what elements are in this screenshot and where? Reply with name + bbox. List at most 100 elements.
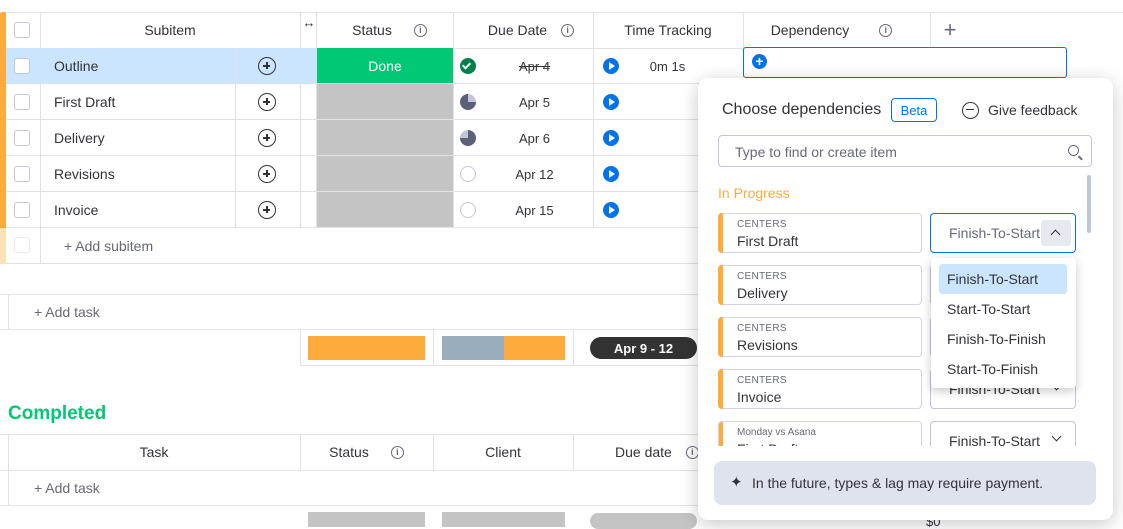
add-dependency-icon[interactable]: + (752, 54, 767, 69)
column-header-due-date[interactable]: Due date i (573, 434, 699, 470)
dropdown-option[interactable]: Start-To-Start (939, 294, 1067, 324)
dependency-item-card[interactable]: Monday vs Asana First Draft (718, 421, 922, 446)
dependency-board-name: CENTERS (737, 323, 787, 334)
due-date-value: Apr 4 (518, 58, 551, 74)
timeline-summary-label: Apr 9 - 12 (613, 340, 674, 356)
empty-circle-icon (460, 166, 476, 182)
add-update-icon[interactable] (258, 129, 276, 147)
dependency-type-select[interactable]: Finish-To-Start (930, 213, 1076, 253)
add-task-button[interactable]: + Add task (34, 470, 100, 506)
column-header-task[interactable]: Task (8, 434, 300, 470)
add-update-icon[interactable] (258, 57, 276, 75)
info-icon[interactable]: i (685, 445, 699, 459)
play-timer-icon[interactable] (603, 202, 619, 218)
status-cell-empty[interactable] (317, 120, 453, 156)
column-header-client[interactable]: Client (433, 434, 573, 470)
dependency-item-card[interactable]: CENTERS Revisions (718, 317, 922, 357)
due-date-cell[interactable]: Apr 15 (476, 192, 593, 228)
status-color-bar (718, 265, 723, 305)
dependency-type-value: Finish-To-Start (949, 225, 1041, 241)
column-header-dependency[interactable]: Dependency i (743, 12, 930, 48)
due-date-value: Apr 5 (518, 94, 551, 110)
dependency-item-card[interactable]: CENTERS Delivery (718, 265, 922, 305)
add-subitem-checkbox (14, 237, 30, 253)
info-icon[interactable]: i (413, 23, 427, 37)
play-timer-icon[interactable] (603, 58, 619, 74)
group-title-label: Completed (8, 403, 107, 424)
column-header-status[interactable]: Status i (300, 434, 433, 470)
due-date-cell[interactable]: Apr 12 (476, 156, 593, 192)
popup-title: Choose dependencies (722, 101, 882, 118)
add-update-icon[interactable] (258, 201, 276, 219)
status-summary-bar (308, 336, 425, 360)
status-cell-empty[interactable] (317, 192, 453, 228)
add-update-icon[interactable] (258, 165, 276, 183)
chevron-up-icon[interactable] (1041, 220, 1071, 246)
row-checkbox[interactable] (14, 58, 30, 74)
due-date-cell[interactable]: Apr 5 (476, 84, 593, 120)
due-date-value: Apr 6 (518, 130, 551, 146)
info-icon[interactable]: i (879, 23, 893, 37)
row-checkbox[interactable] (14, 166, 30, 182)
subitem-name-cell[interactable]: Revisions (54, 156, 115, 192)
dropdown-option-label: Finish-To-Finish (947, 331, 1046, 347)
column-header-dependency-label: Dependency (770, 22, 850, 38)
popup-scrollbar[interactable] (1087, 175, 1091, 233)
progress-clock-icon (460, 94, 476, 110)
add-task-label: + Add task (34, 480, 100, 496)
search-placeholder: Type to find or create item (735, 144, 897, 160)
give-feedback-label: Give feedback (988, 102, 1078, 118)
play-timer-icon[interactable] (603, 94, 619, 110)
dependency-cell-input[interactable]: + (743, 47, 1067, 78)
add-task-button[interactable]: + Add task (34, 294, 100, 330)
info-icon[interactable]: i (561, 23, 575, 37)
column-header-subitem[interactable]: Subitem (40, 12, 300, 48)
subitem-name: Revisions (54, 166, 115, 182)
dependency-search-field[interactable]: Type to find or create item (718, 135, 1092, 167)
chevron-down-icon (1051, 431, 1062, 442)
subitem-name: First Draft (54, 94, 116, 110)
select-all-checkbox[interactable] (14, 22, 30, 38)
add-subitem-row-bg (0, 228, 6, 264)
give-feedback-button[interactable]: Give feedback (962, 98, 1078, 122)
column-header-due-date[interactable]: Due Date i (453, 12, 593, 48)
dropdown-option[interactable]: Finish-To-Finish (939, 324, 1067, 354)
status-cell-empty[interactable] (317, 84, 453, 120)
dependency-type-select[interactable]: Finish-To-Start (930, 421, 1076, 446)
row-checkbox[interactable] (14, 130, 30, 146)
status-cell-done[interactable]: Done (317, 48, 453, 83)
subitem-name-cell[interactable]: Invoice (54, 192, 98, 228)
dependency-item-card[interactable]: CENTERS First Draft (718, 213, 922, 253)
status-cell-empty[interactable] (317, 156, 453, 192)
subitem-name-cell[interactable]: Delivery (54, 120, 105, 156)
due-date-cell[interactable]: Apr 6 (476, 120, 593, 156)
dependency-board-name: Monday vs Asana (737, 427, 816, 438)
resize-arrows-icon: ↔ (302, 14, 316, 30)
dropdown-option-label: Start-To-Start (947, 301, 1031, 317)
payment-note-text: In the future, types & lag may require p… (752, 475, 1044, 491)
status-summary-bar (308, 512, 425, 527)
subitem-name-cell[interactable]: First Draft (54, 84, 115, 120)
play-timer-icon[interactable] (603, 166, 619, 182)
dropdown-option[interactable]: Start-To-Finish (939, 354, 1067, 384)
row-checkbox[interactable] (14, 94, 30, 110)
dependency-item-card[interactable]: CENTERS Invoice (718, 369, 922, 409)
subitem-name: Outline (54, 58, 99, 74)
subitem-name-cell[interactable]: Outline (54, 48, 98, 84)
row-checkbox[interactable] (14, 202, 30, 218)
due-date-value: Apr 15 (515, 202, 554, 218)
time-tracking-label: 0m 1s (649, 58, 686, 74)
column-header-time-tracking[interactable]: Time Tracking (593, 12, 743, 48)
add-subitem-button[interactable]: + Add subitem (64, 228, 153, 264)
date-summary-bar-done (442, 336, 504, 360)
dropdown-option[interactable]: Finish-To-Start (939, 264, 1067, 294)
empty-circle-icon (460, 202, 476, 218)
column-header-status[interactable]: Status i (316, 12, 453, 48)
info-icon[interactable]: i (390, 445, 404, 459)
status-color-bar (718, 369, 723, 409)
group-title-completed[interactable]: Completed (8, 402, 106, 426)
play-timer-icon[interactable] (603, 130, 619, 146)
add-update-icon[interactable] (258, 93, 276, 111)
add-column-button[interactable]: + (938, 14, 962, 46)
due-date-cell[interactable]: Apr 4 (476, 48, 593, 84)
